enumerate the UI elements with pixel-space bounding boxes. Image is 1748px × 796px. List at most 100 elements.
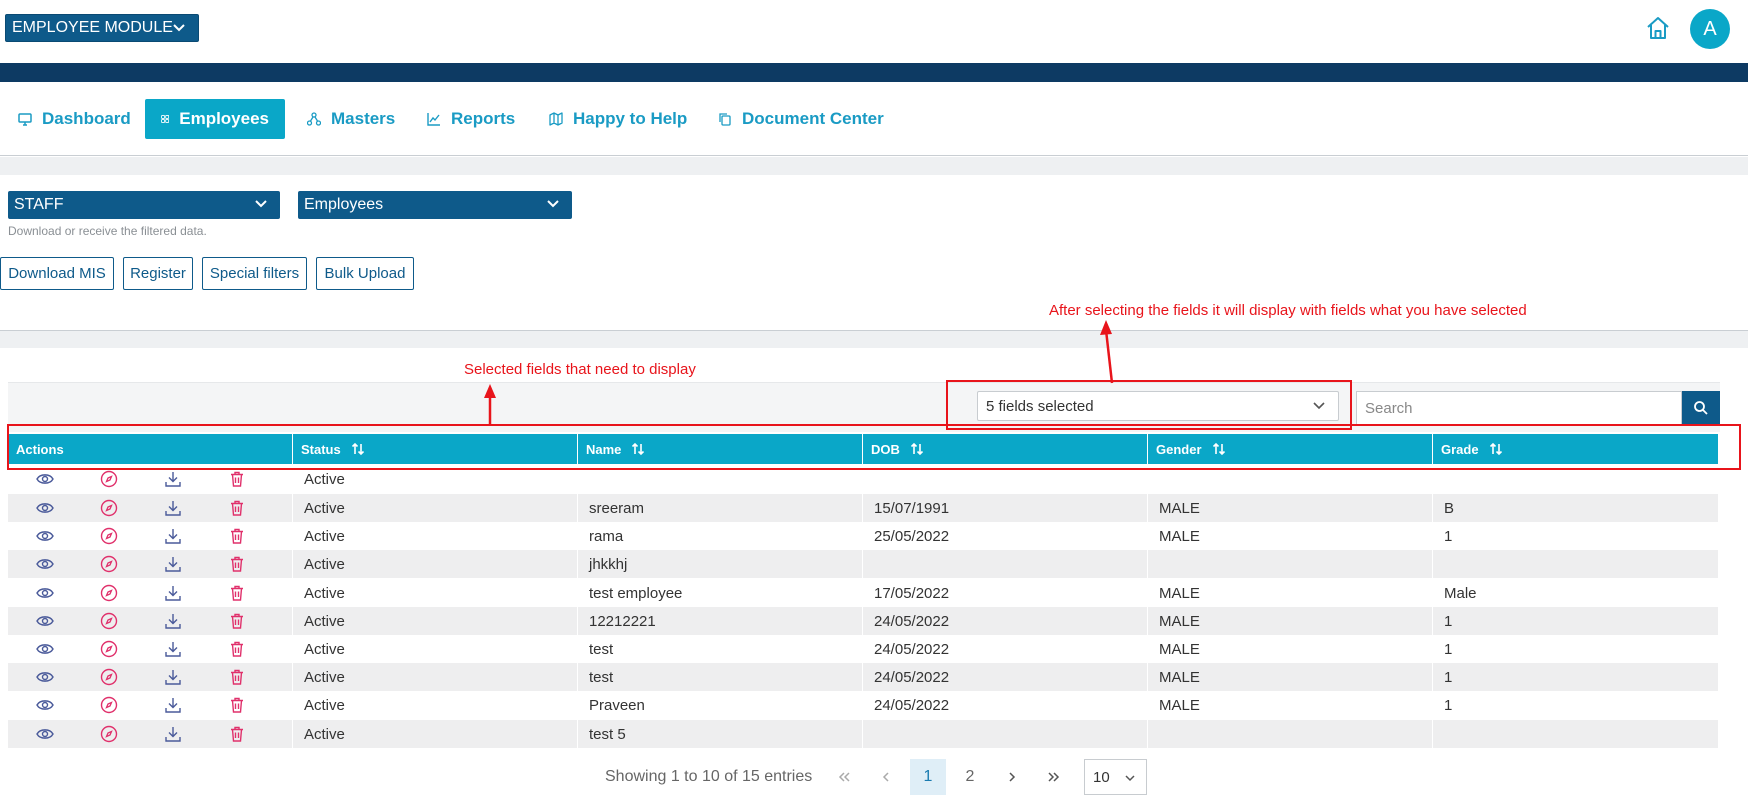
compass-icon[interactable]: [100, 499, 118, 517]
delete-action[interactable]: [228, 584, 292, 602]
type-select[interactable]: Employees: [298, 191, 572, 219]
delete-action[interactable]: [228, 668, 292, 686]
download-icon[interactable]: [164, 499, 182, 517]
download-action[interactable]: [164, 612, 228, 630]
download-action[interactable]: [164, 584, 228, 602]
eye-icon[interactable]: [36, 527, 54, 545]
download-action[interactable]: [164, 725, 228, 743]
view-action[interactable]: [36, 555, 100, 573]
delete-action[interactable]: [228, 696, 292, 714]
download-action[interactable]: [164, 668, 228, 686]
page-button-2[interactable]: 2: [952, 759, 988, 795]
trash-icon[interactable]: [228, 584, 246, 602]
register-button[interactable]: Register: [123, 257, 193, 290]
edit-action[interactable]: [100, 499, 164, 517]
view-action[interactable]: [36, 470, 100, 488]
eye-icon[interactable]: [36, 499, 54, 517]
eye-icon[interactable]: [36, 584, 54, 602]
edit-action[interactable]: [100, 584, 164, 602]
last-page-button[interactable]: [1036, 759, 1072, 795]
edit-action[interactable]: [100, 612, 164, 630]
trash-icon[interactable]: [228, 640, 246, 658]
nav-employees[interactable]: Employees: [145, 99, 285, 139]
search-input[interactable]: [1356, 391, 1682, 425]
eye-icon[interactable]: [36, 725, 54, 743]
trash-icon[interactable]: [228, 499, 246, 517]
download-action[interactable]: [164, 499, 228, 517]
compass-icon[interactable]: [100, 527, 118, 545]
nav-dashboard[interactable]: Dashboard: [2, 99, 147, 139]
eye-icon[interactable]: [36, 696, 54, 714]
module-selector[interactable]: EMPLOYEE MODULE: [5, 14, 199, 42]
compass-icon[interactable]: [100, 640, 118, 658]
edit-action[interactable]: [100, 555, 164, 573]
nav-happy-to-help[interactable]: Happy to Help: [533, 99, 703, 139]
eye-icon[interactable]: [36, 668, 54, 686]
edit-action[interactable]: [100, 668, 164, 686]
download-icon[interactable]: [164, 584, 182, 602]
category-select[interactable]: STAFF: [8, 191, 280, 219]
download-action[interactable]: [164, 527, 228, 545]
delete-action[interactable]: [228, 640, 292, 658]
home-icon[interactable]: [1644, 14, 1672, 42]
delete-action[interactable]: [228, 499, 292, 517]
download-icon[interactable]: [164, 640, 182, 658]
download-mis-button[interactable]: Download MIS: [0, 257, 114, 290]
view-action[interactable]: [36, 584, 100, 602]
edit-action[interactable]: [100, 725, 164, 743]
eye-icon[interactable]: [36, 470, 54, 488]
edit-action[interactable]: [100, 470, 164, 488]
compass-icon[interactable]: [100, 555, 118, 573]
compass-icon[interactable]: [100, 470, 118, 488]
delete-action[interactable]: [228, 470, 292, 488]
compass-icon[interactable]: [100, 696, 118, 714]
view-action[interactable]: [36, 668, 100, 686]
compass-icon[interactable]: [100, 584, 118, 602]
nav-reports[interactable]: Reports: [411, 99, 531, 139]
edit-action[interactable]: [100, 640, 164, 658]
view-action[interactable]: [36, 696, 100, 714]
compass-icon[interactable]: [100, 725, 118, 743]
trash-icon[interactable]: [228, 725, 246, 743]
delete-action[interactable]: [228, 612, 292, 630]
view-action[interactable]: [36, 640, 100, 658]
trash-icon[interactable]: [228, 696, 246, 714]
view-action[interactable]: [36, 499, 100, 517]
delete-action[interactable]: [228, 555, 292, 573]
download-action[interactable]: [164, 555, 228, 573]
special-filters-button[interactable]: Special filters: [202, 257, 307, 290]
download-icon[interactable]: [164, 527, 182, 545]
trash-icon[interactable]: [228, 612, 246, 630]
prev-page-button[interactable]: [868, 759, 904, 795]
edit-action[interactable]: [100, 527, 164, 545]
eye-icon[interactable]: [36, 612, 54, 630]
next-page-button[interactable]: [994, 759, 1030, 795]
first-page-button[interactable]: [826, 759, 862, 795]
view-action[interactable]: [36, 612, 100, 630]
bulk-upload-button[interactable]: Bulk Upload: [316, 257, 414, 290]
nav-masters[interactable]: Masters: [291, 99, 411, 139]
trash-icon[interactable]: [228, 527, 246, 545]
eye-icon[interactable]: [36, 640, 54, 658]
eye-icon[interactable]: [36, 555, 54, 573]
download-icon[interactable]: [164, 668, 182, 686]
download-icon[interactable]: [164, 612, 182, 630]
trash-icon[interactable]: [228, 668, 246, 686]
view-action[interactable]: [36, 527, 100, 545]
trash-icon[interactable]: [228, 555, 246, 573]
download-action[interactable]: [164, 640, 228, 658]
compass-icon[interactable]: [100, 668, 118, 686]
delete-action[interactable]: [228, 725, 292, 743]
nav-document-center[interactable]: Document Center: [702, 99, 900, 139]
compass-icon[interactable]: [100, 612, 118, 630]
download-action[interactable]: [164, 696, 228, 714]
download-icon[interactable]: [164, 555, 182, 573]
view-action[interactable]: [36, 725, 100, 743]
trash-icon[interactable]: [228, 470, 246, 488]
page-button-1[interactable]: 1: [910, 759, 946, 795]
page-size-select[interactable]: 10: [1084, 759, 1147, 795]
download-action[interactable]: [164, 470, 228, 488]
delete-action[interactable]: [228, 527, 292, 545]
search-button[interactable]: [1682, 391, 1720, 425]
download-icon[interactable]: [164, 470, 182, 488]
